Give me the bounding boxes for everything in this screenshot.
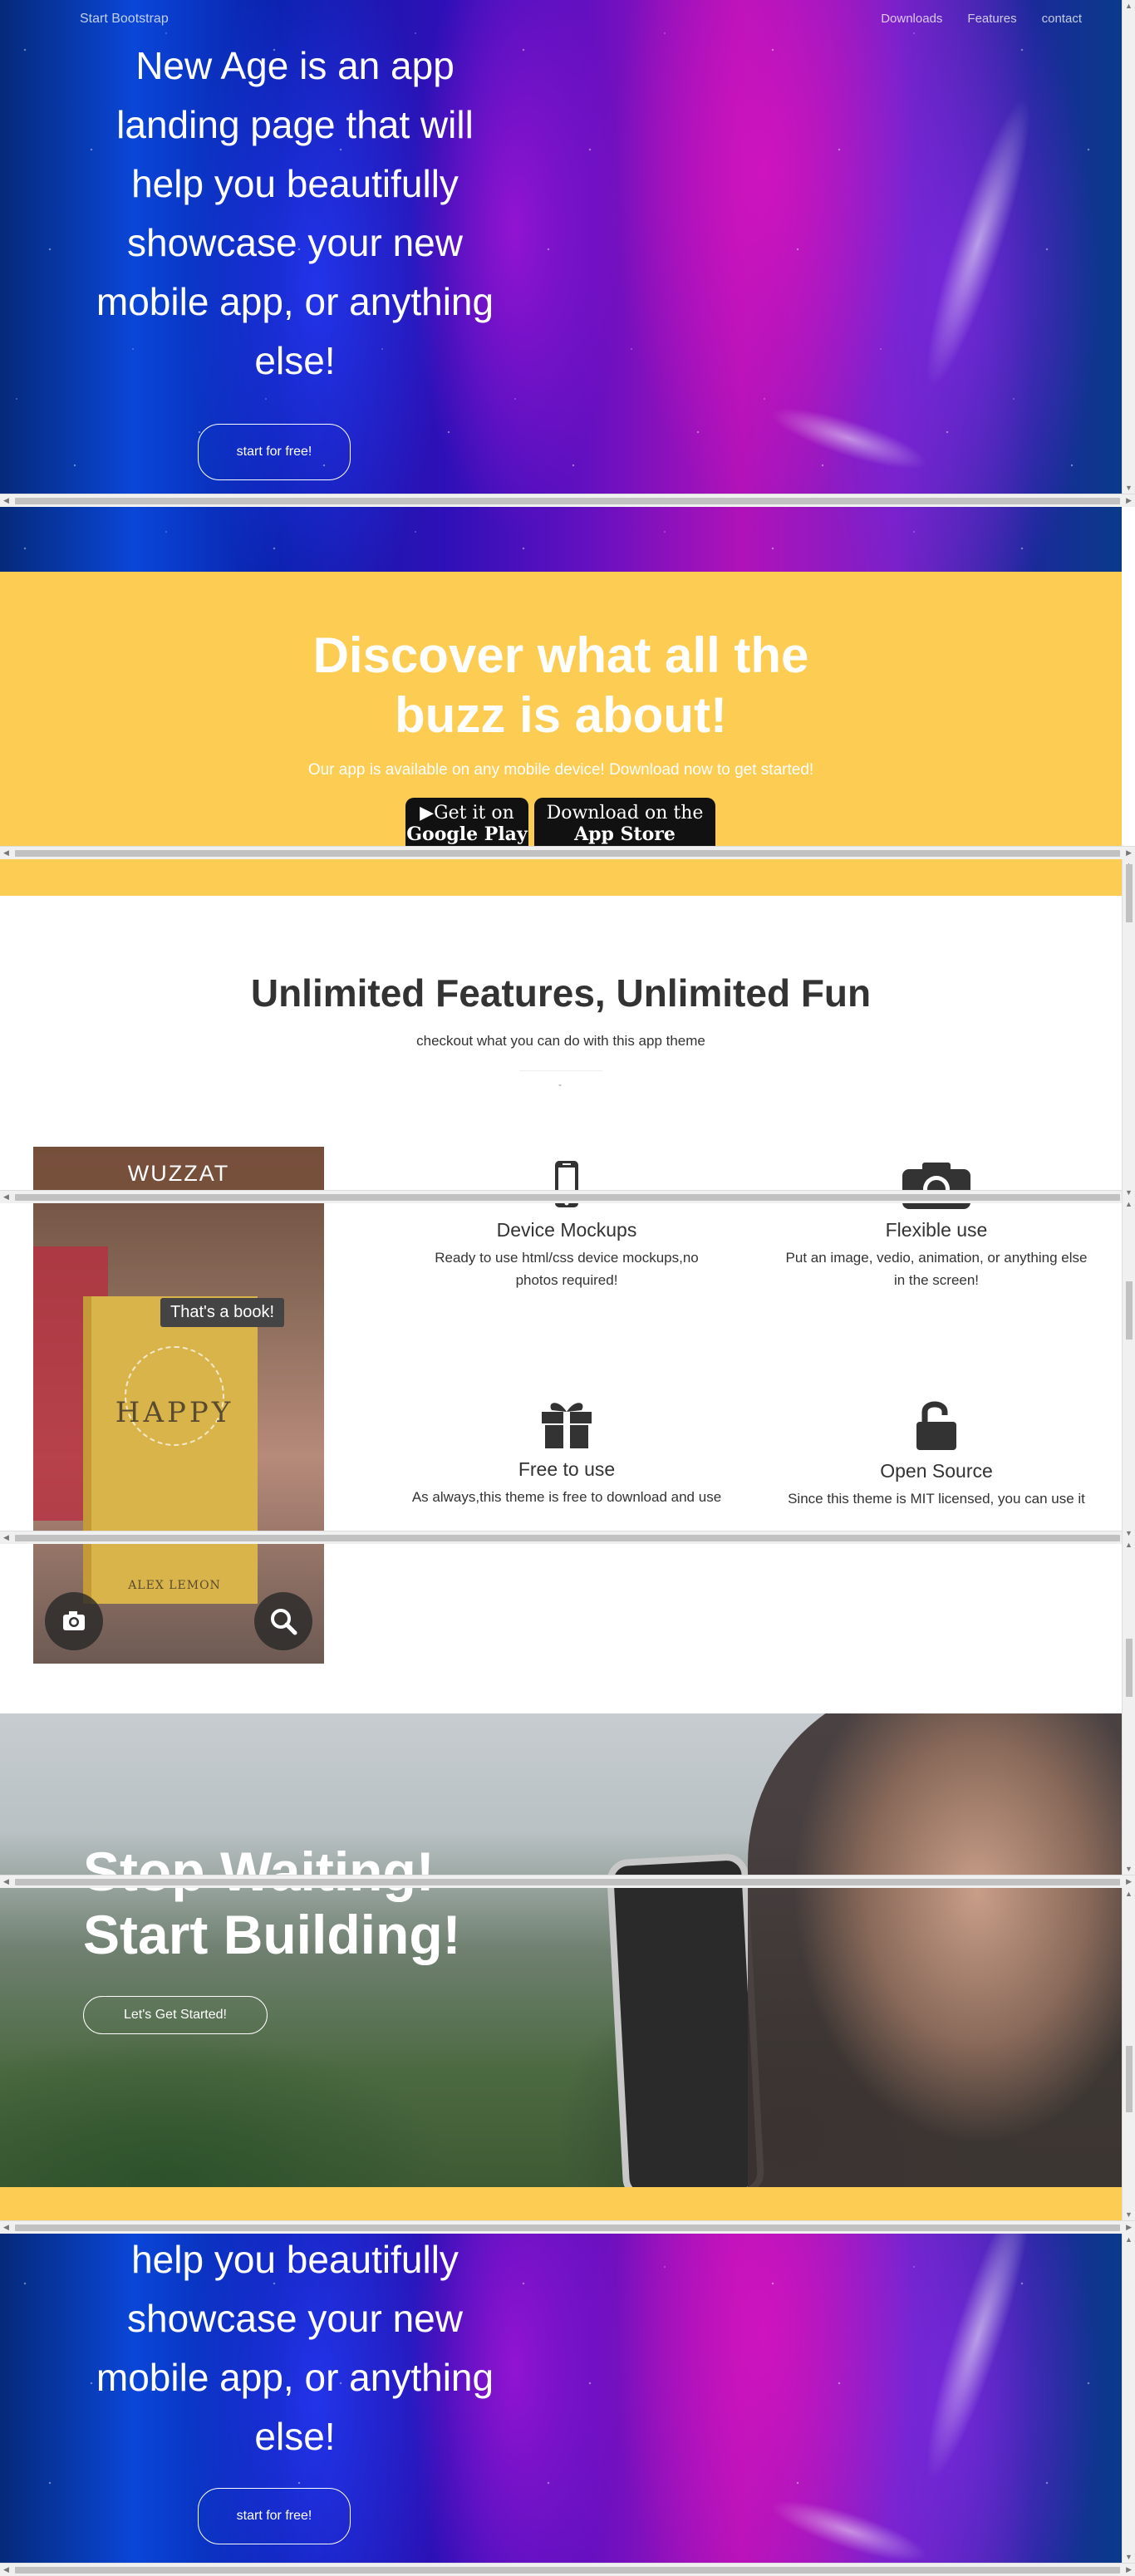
speech-bubble: That's a book!	[160, 1298, 284, 1327]
search-button[interactable]	[254, 1592, 312, 1650]
feature-title: Free to use	[518, 1458, 616, 1480]
lower-frame-vscrollbar[interactable]: ▲ ▼	[1122, 1888, 1135, 2220]
feature-title: Device Mockups	[496, 1219, 637, 1241]
feature-desc: As always,this theme is free to download…	[411, 1489, 722, 1505]
start-for-free-button-repeat[interactable]: start for free!	[198, 2488, 351, 2544]
hand-holding-phone-image	[606, 1852, 765, 2187]
cta-heading: Stop Waiting! Start Building!	[83, 1841, 461, 1965]
gift-icon	[542, 1403, 592, 1448]
hero-frame-vscrollbar[interactable]: ▲ ▼	[1122, 0, 1135, 494]
hero-repeat-heading: help you beautifully showcase your new m…	[96, 2238, 494, 2458]
camera-button[interactable]	[45, 1592, 103, 1650]
book-image: HAPPY ALEX LEMON	[83, 1296, 258, 1604]
cta-frame-scrollbar[interactable]: ◀ ▶	[0, 1875, 1135, 1888]
features-subtitle: checkout what you can do with this app t…	[416, 1033, 705, 1049]
download-title: Discover what all the buzz is about!	[312, 627, 809, 743]
navbar: Start Bootstrap Downloads Features conta…	[0, 0, 1122, 38]
cta-frame-vscrollbar[interactable]: ▲ ▼	[1122, 1539, 1135, 1875]
lets-get-started-button[interactable]: Let's Get Started!	[83, 1996, 268, 2034]
person-silhouette	[748, 1713, 1122, 2187]
features-title: Unlimited Features, Unlimited Fun	[250, 971, 872, 1015]
cta-section: Stop Waiting! Start Building! Let's Get …	[0, 1713, 1122, 2187]
nav-link-downloads[interactable]: Downloads	[881, 12, 942, 26]
feature-desc: Put an image, vedio, animation, or anyth…	[785, 1250, 1088, 1288]
bottom-frame-scrollbar[interactable]: ◀ ▶	[0, 2220, 1135, 2234]
start-for-free-button[interactable]: start for free!	[198, 424, 351, 480]
hero-frame-scrollbar[interactable]: ◀ ▶	[0, 494, 1135, 507]
nav-link-features[interactable]: Features	[967, 12, 1016, 26]
features-frame-vscrollbar[interactable]: ▲ ▼	[1122, 859, 1135, 1198]
feature-title: Open Source	[880, 1460, 993, 1482]
feature-desc: Since this theme is MIT licensed, you ca…	[788, 1491, 1085, 1507]
nav-link-contact[interactable]: contact	[1042, 12, 1082, 26]
final-frame-vscrollbar[interactable]: ▲ ▼	[1122, 2234, 1135, 2563]
features-frame-vscrollbar-2[interactable]: ▲ ▼	[1122, 1198, 1135, 1539]
feature-device-mockups: Device Mockups Ready to use html/css dev…	[396, 1159, 737, 1291]
camera-icon	[63, 1611, 85, 1630]
hero-repeat-section: help you beautifully showcase your new m…	[0, 2234, 1122, 2566]
download-subtitle: Our app is available on any mobile devic…	[307, 761, 814, 779]
feature-flexible-use: Flexible use Put an image, vedio, animat…	[766, 1159, 1107, 1291]
feature-free-to-use: Free to use As always,this theme is free…	[396, 1397, 737, 1508]
yellow-strip	[0, 2187, 1122, 2220]
hero-heading: New Age is an app landing page that will…	[96, 44, 494, 382]
book-title: HAPPY	[115, 1396, 234, 1429]
features-frame-scrollbar-top[interactable]: ◀▶	[0, 1190, 1135, 1203]
feature-desc: Ready to use html/css device mockups,no …	[435, 1250, 699, 1288]
book-author: ALEX LEMON	[128, 1579, 221, 1592]
hero-section: Start Bootstrap Downloads Features conta…	[0, 0, 1122, 572]
feature-title: Flexible use	[885, 1219, 988, 1241]
divider-mark: -	[558, 1079, 562, 1090]
app-screenshot-image: WUZZAT HAPPY ALEX LEMON That's a book!	[33, 1147, 324, 1664]
search-icon	[271, 1609, 297, 1635]
download-frame-scrollbar[interactable]: ◀ ▶	[0, 846, 1135, 859]
brand-link[interactable]: Start Bootstrap	[80, 12, 169, 27]
nav-links: Downloads Features contact	[881, 12, 1082, 26]
features-frame-scrollbar-bottom[interactable]: ◀▶	[0, 1531, 1135, 1544]
final-frame-scrollbar[interactable]: ◀ ▶	[0, 2563, 1135, 2576]
unlock-icon	[916, 1401, 956, 1450]
section-divider	[519, 1070, 602, 1071]
feature-open-source: Open Source Since this theme is MIT lice…	[766, 1397, 1107, 1510]
